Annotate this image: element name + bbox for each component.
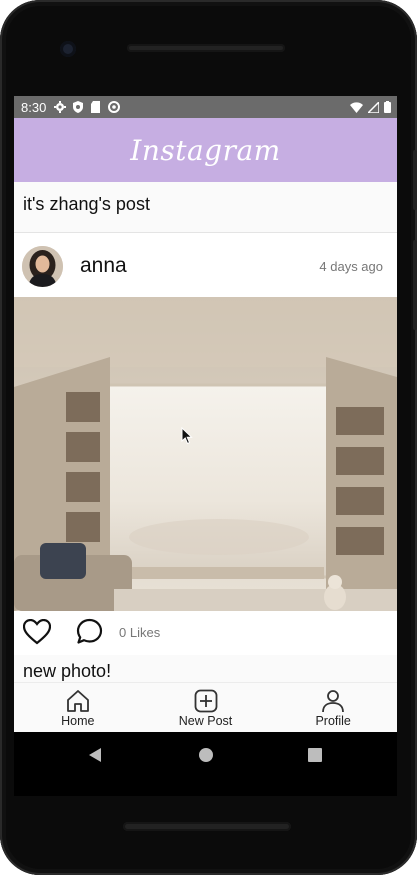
- like-heart-icon[interactable]: [23, 619, 51, 645]
- recents-icon[interactable]: [308, 748, 322, 762]
- previous-post-caption-row: it's zhang's post: [14, 182, 397, 233]
- add-square-icon: [194, 689, 217, 713]
- post-header: anna 4 days ago: [14, 233, 397, 297]
- previous-post-caption: it's zhang's post: [23, 194, 150, 214]
- post-timestamp: 4 days ago: [319, 259, 383, 274]
- front-camera: [60, 41, 76, 57]
- likes-count: 0 Likes: [119, 625, 161, 640]
- avatar[interactable]: [22, 246, 63, 287]
- app-header: Instagram: [14, 118, 397, 182]
- sync-icon: [108, 101, 121, 113]
- system-nav-bar: [14, 732, 397, 796]
- bottom-nav: Home New Post Profile: [14, 682, 397, 733]
- person-icon: [322, 690, 345, 713]
- home-circle-icon[interactable]: [198, 747, 214, 763]
- settings-icon: [54, 101, 67, 113]
- nav-new-post[interactable]: New Post: [142, 683, 270, 733]
- volume-button: [413, 240, 417, 330]
- post-image[interactable]: [14, 297, 397, 611]
- post-actions: 0 Likes: [14, 611, 397, 655]
- power-button: [413, 150, 417, 210]
- earpiece-speaker: [127, 44, 285, 52]
- bottom-speaker: [123, 822, 291, 831]
- screen: 8:30 Instagram it's zhang's post anna 4 …: [14, 96, 397, 796]
- app-title: Instagram: [130, 133, 281, 167]
- sd-card-icon: [91, 101, 101, 113]
- wifi-icon: [350, 101, 363, 113]
- nav-profile[interactable]: Profile: [269, 683, 397, 733]
- mouse-cursor-icon: [181, 427, 193, 445]
- back-icon[interactable]: [88, 747, 102, 763]
- nav-new-post-label: New Post: [178, 714, 233, 728]
- home-icon: [66, 690, 89, 712]
- battery-icon: [384, 101, 391, 113]
- nav-profile-label: Profile: [315, 714, 351, 728]
- signal-icon: [368, 101, 379, 113]
- status-bar: 8:30: [14, 96, 397, 118]
- post-username[interactable]: anna: [80, 254, 127, 278]
- phone-frame: 8:30 Instagram it's zhang's post anna 4 …: [0, 0, 417, 875]
- nav-home-label: Home: [61, 714, 95, 728]
- post-caption: new photo!: [23, 661, 112, 681]
- comment-icon[interactable]: [76, 618, 103, 645]
- nav-home[interactable]: Home: [14, 683, 142, 733]
- shield-icon: [73, 101, 84, 113]
- status-time: 8:30: [21, 99, 47, 115]
